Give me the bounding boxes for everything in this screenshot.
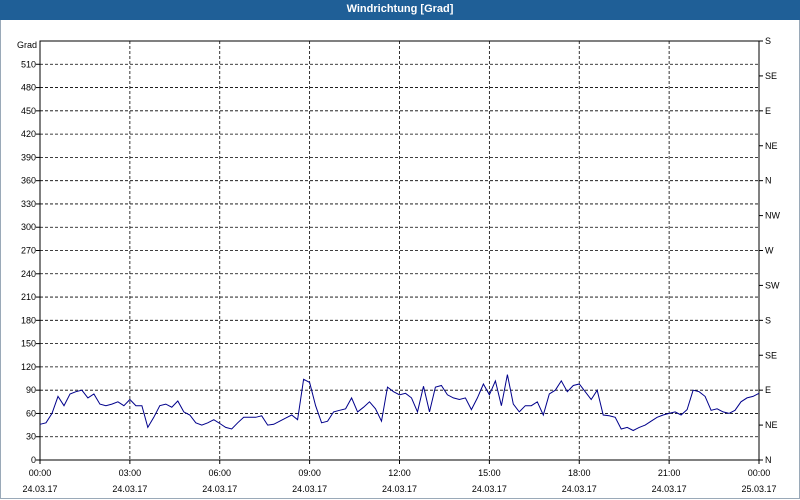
y-tick-label: 150	[21, 339, 36, 349]
y-tick-label: 90	[26, 385, 36, 395]
line-chart: 0 30 60 90 120 150 180 210 240 270 300 330 360 390 420…	[17, 36, 781, 494]
y-tick-label: 390	[21, 152, 36, 162]
right-axis-label: S	[765, 36, 771, 46]
x-tick-date-label: 24.03.17	[112, 484, 147, 494]
right-axis-label: E	[765, 106, 771, 116]
y-axis-label: Grad	[17, 40, 37, 50]
y-tick-label: 330	[21, 199, 36, 209]
y-tick-label: 0	[31, 455, 36, 465]
x-tick-time-label: 06:00	[208, 468, 231, 478]
right-axis-label: NE	[765, 420, 778, 430]
y-tick-label: 450	[21, 106, 36, 116]
x-tick-date-label: 24.03.17	[382, 484, 417, 494]
y-tick-label: 180	[21, 315, 36, 325]
right-axis-label: NW	[765, 211, 780, 221]
x-tick-date-label: 24.03.17	[562, 484, 597, 494]
x-tick-date-label: 24.03.17	[472, 484, 507, 494]
y-tick-label: 240	[21, 269, 36, 279]
y-tick-label: 270	[21, 246, 36, 256]
right-axis-label: E	[765, 385, 771, 395]
y-tick-label: 360	[21, 176, 36, 186]
x-tick-time-label: 03:00	[119, 468, 142, 478]
right-axis-label: SE	[765, 350, 777, 360]
y-tick-label: 30	[26, 432, 36, 442]
x-tick-time-label: 12:00	[388, 468, 411, 478]
x-tick-time-label: 00:00	[748, 468, 771, 478]
right-axis-label: S	[765, 315, 771, 325]
y-tick-label: 420	[21, 129, 36, 139]
right-axis-label: N	[765, 176, 772, 186]
x-tick-time-label: 09:00	[298, 468, 321, 478]
x-tick-time-label: 00:00	[29, 468, 52, 478]
x-tick-date-label: 24.03.17	[652, 484, 687, 494]
x-tick-time-label: 18:00	[568, 468, 591, 478]
right-axis-label: N	[765, 455, 772, 465]
y-tick-label: 300	[21, 222, 36, 232]
y-tick-label: 480	[21, 83, 36, 93]
right-axis-label: SE	[765, 71, 777, 81]
x-tick-date-label: 24.03.17	[292, 484, 327, 494]
y-tick-label: 210	[21, 292, 36, 302]
right-axis-label: W	[765, 246, 774, 256]
y-tick-label: 60	[26, 408, 36, 418]
x-tick-date-label: 24.03.17	[202, 484, 237, 494]
x-tick-time-label: 21:00	[658, 468, 681, 478]
x-tick-date-label: 25.03.17	[741, 484, 776, 494]
x-tick-time-label: 15:00	[478, 468, 501, 478]
chart-title: Windrichtung [Grad]	[346, 3, 454, 15]
y-tick-label: 510	[21, 59, 36, 69]
title-bar: Windrichtung [Grad]	[0, 0, 800, 20]
right-axis-label: NE	[765, 141, 778, 151]
right-axis-label: SW	[765, 280, 780, 290]
x-tick-date-label: 24.03.17	[22, 484, 57, 494]
y-tick-label: 120	[21, 362, 36, 372]
